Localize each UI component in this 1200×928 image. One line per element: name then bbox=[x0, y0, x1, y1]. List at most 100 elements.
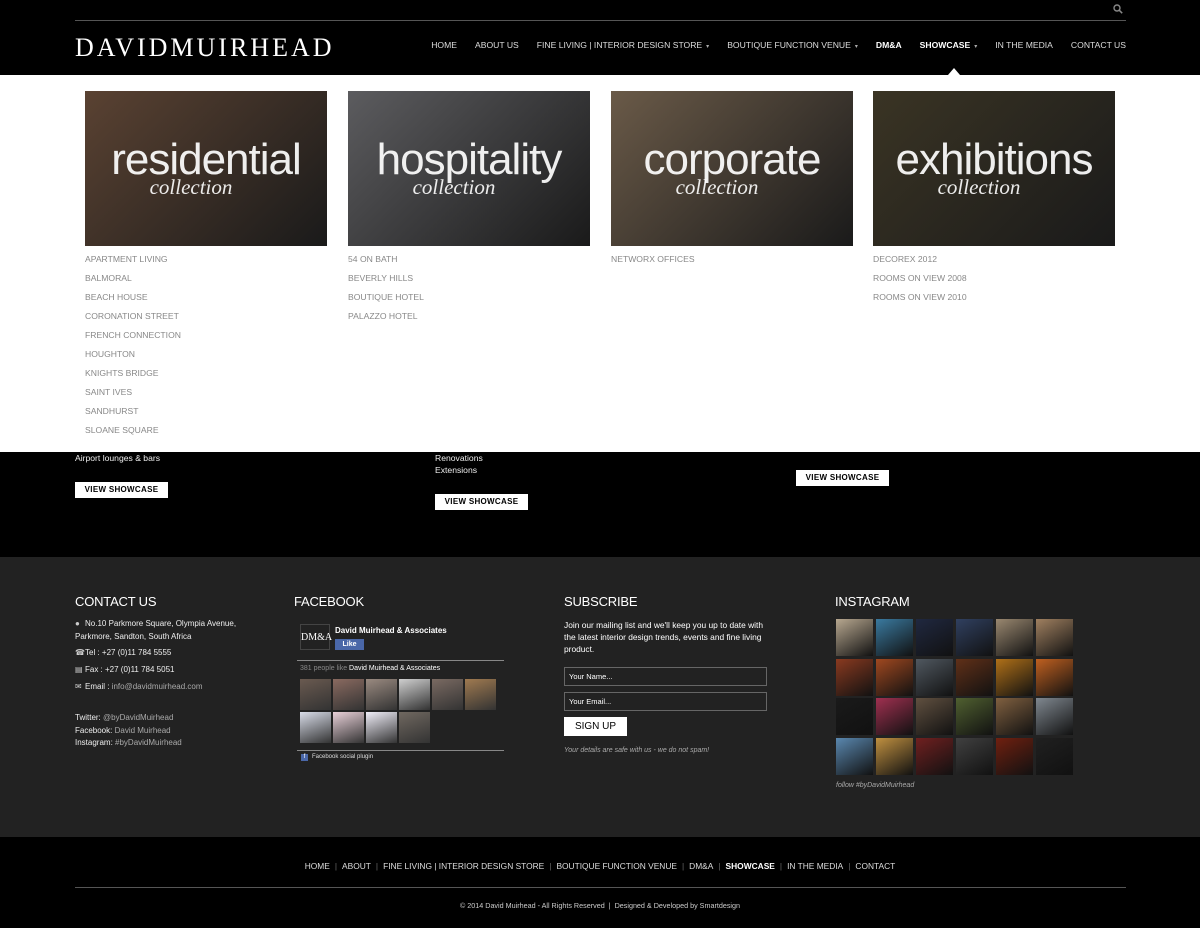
nav-item[interactable]: DM&A bbox=[876, 40, 902, 50]
instagram-photo[interactable] bbox=[836, 737, 873, 775]
showcase-link[interactable]: 54 ON BATH bbox=[348, 254, 590, 273]
footer-nav-item[interactable]: FINE LIVING | INTERIOR DESIGN STORE bbox=[383, 861, 544, 871]
showcase-tile[interactable]: hospitality collection bbox=[348, 91, 590, 246]
showcase-link[interactable]: PALAZZO HOTEL bbox=[348, 311, 590, 330]
instagram-photo[interactable] bbox=[876, 737, 913, 775]
showcase-link[interactable]: FRENCH CONNECTION bbox=[85, 330, 327, 349]
instagram-photo[interactable] bbox=[1036, 619, 1073, 656]
instagram-photo[interactable] bbox=[1036, 698, 1073, 735]
nav-item[interactable]: SHOWCASE ▾ bbox=[920, 40, 978, 50]
nav-item[interactable]: IN THE MEDIA bbox=[995, 40, 1053, 50]
instagram-photo[interactable] bbox=[996, 737, 1033, 775]
nav-item[interactable]: BOUTIQUE FUNCTION VENUE ▾ bbox=[727, 40, 858, 50]
instagram-photo[interactable] bbox=[916, 737, 953, 775]
email-link[interactable]: info@davidmuirhead.com bbox=[112, 682, 203, 691]
facebook-fan-avatar[interactable] bbox=[399, 679, 430, 710]
facebook-link[interactable]: David Muirhead bbox=[115, 726, 171, 735]
instagram-link[interactable]: #byDavidMuirhead bbox=[115, 738, 182, 747]
view-showcase-button[interactable]: VIEW SHOWCASE bbox=[75, 482, 168, 498]
instagram-photo[interactable] bbox=[916, 698, 953, 735]
footer-nav-item[interactable]: IN THE MEDIA bbox=[787, 861, 843, 871]
nav-item[interactable]: FINE LIVING | INTERIOR DESIGN STORE ▾ bbox=[537, 40, 709, 50]
site-logo[interactable]: DAVIDMUIRHEAD bbox=[75, 33, 335, 63]
instagram-photo[interactable] bbox=[996, 658, 1033, 696]
showcase-link[interactable]: BEACH HOUSE bbox=[85, 292, 327, 311]
facebook-fan-avatar[interactable] bbox=[333, 712, 364, 743]
twitter-link[interactable]: @byDavidMuirhead bbox=[103, 713, 173, 722]
nav-item[interactable]: HOME bbox=[431, 40, 457, 50]
facebook-fan-avatar[interactable] bbox=[300, 679, 331, 710]
showcase-link[interactable]: CORONATION STREET bbox=[85, 311, 327, 330]
showcase-tile[interactable]: residential collection bbox=[85, 91, 327, 246]
facebook-fan-avatar[interactable] bbox=[399, 712, 430, 743]
footer-nav-item[interactable]: CONTACT bbox=[855, 861, 895, 871]
showcase-link[interactable]: APARTMENT LIVING bbox=[85, 254, 327, 273]
nav-item[interactable]: ABOUT US bbox=[475, 40, 519, 50]
facebook-like-button[interactable]: Like bbox=[335, 639, 364, 650]
instagram-photo[interactable] bbox=[996, 698, 1033, 735]
view-showcase-button[interactable]: VIEW SHOWCASE bbox=[796, 470, 889, 486]
nav-item-label: HOME bbox=[431, 40, 457, 50]
search-icon[interactable] bbox=[1113, 4, 1123, 14]
instagram-photo[interactable] bbox=[956, 698, 993, 735]
instagram-photo[interactable] bbox=[916, 658, 953, 696]
instagram-photo[interactable] bbox=[956, 737, 993, 775]
showcase-link[interactable]: ROOMS ON VIEW 2010 bbox=[873, 292, 1115, 311]
dma-logo[interactable]: DM&A bbox=[300, 624, 332, 650]
showcase-link[interactable]: DECOREX 2012 bbox=[873, 254, 1115, 273]
sign-up-button[interactable]: SIGN UP bbox=[564, 717, 627, 736]
showcase-link[interactable]: SLOANE SQUARE bbox=[85, 425, 327, 444]
facebook-fan-avatar[interactable] bbox=[366, 679, 397, 710]
designer-credit[interactable]: Designed & Developed by Smartdesign bbox=[615, 901, 740, 910]
name-field[interactable]: Your Name... bbox=[564, 667, 767, 686]
instagram-photo[interactable] bbox=[916, 619, 953, 656]
showcase-link[interactable]: BEVERLY HILLS bbox=[348, 273, 590, 292]
instagram-photo[interactable] bbox=[956, 658, 993, 696]
footer-nav-item[interactable]: ABOUT bbox=[342, 861, 371, 871]
showcase-link[interactable]: BALMORAL bbox=[85, 273, 327, 292]
instagram-photo[interactable] bbox=[1036, 658, 1073, 696]
instagram-photo[interactable] bbox=[836, 698, 873, 735]
instagram-follow[interactable]: follow #byDavidMuirhead bbox=[836, 782, 914, 789]
showcase-link[interactable]: HOUGHTON bbox=[85, 349, 327, 368]
nav-item-label: FINE LIVING | INTERIOR DESIGN STORE bbox=[536, 40, 703, 50]
instagram-photo[interactable] bbox=[996, 619, 1033, 656]
instagram-photo[interactable] bbox=[836, 658, 873, 696]
instagram-photo[interactable] bbox=[876, 698, 913, 735]
nav-item-label: IN THE MEDIA bbox=[995, 40, 1053, 50]
showcase-link[interactable]: NETWORX OFFICES bbox=[611, 254, 853, 273]
band-text-extensions: Extensions bbox=[435, 465, 478, 475]
facebook-fan-avatar[interactable] bbox=[366, 712, 397, 743]
facebook-widget-divider bbox=[297, 750, 504, 751]
footer-nav-item[interactable]: HOME bbox=[305, 861, 330, 871]
email-field[interactable]: Your Email... bbox=[564, 692, 767, 711]
showcase-link[interactable]: SANDHURST bbox=[85, 406, 327, 425]
showcase-tile[interactable]: corporate collection bbox=[611, 91, 853, 246]
facebook-fan-avatar[interactable] bbox=[333, 679, 364, 710]
facebook-fan-avatar[interactable] bbox=[465, 679, 496, 710]
instagram-photo[interactable] bbox=[876, 619, 913, 656]
showcase-column: hospitality collection 54 ON BATH BEVERLY H… bbox=[348, 91, 590, 330]
facebook-page-name[interactable]: David Muirhead & Associates bbox=[335, 626, 447, 635]
copyright-text: © 2014 David Muirhead - All Rights Reser… bbox=[459, 901, 605, 910]
footer-nav-item[interactable]: BOUTIQUE FUNCTION VENUE bbox=[556, 861, 677, 871]
showcase-link[interactable]: KNIGHTS BRIDGE bbox=[85, 368, 327, 387]
instagram-photo[interactable] bbox=[836, 619, 873, 656]
facebook-fan-avatar[interactable] bbox=[300, 712, 331, 743]
facebook-plugin-label[interactable]: f Facebook social plugin bbox=[301, 754, 373, 761]
nav-item[interactable]: CONTACT US bbox=[1071, 40, 1126, 50]
facebook-widget: DM&A David Muirhead & Associates Like 38… bbox=[297, 619, 504, 765]
instagram-photo[interactable] bbox=[1036, 737, 1073, 775]
instagram-photo[interactable] bbox=[876, 658, 913, 696]
view-showcase-button[interactable]: VIEW SHOWCASE bbox=[435, 494, 528, 510]
instagram-heading: INSTAGRAM bbox=[835, 594, 910, 609]
showcase-link[interactable]: BOUTIQUE HOTEL bbox=[348, 292, 590, 311]
showcase-tile[interactable]: exhibitions collection bbox=[873, 91, 1115, 246]
footer-nav-item[interactable]: DM&A bbox=[689, 861, 713, 871]
facebook-fan-avatar[interactable] bbox=[432, 679, 463, 710]
nav-separator: | bbox=[848, 861, 851, 871]
showcase-link[interactable]: ROOMS ON VIEW 2008 bbox=[873, 273, 1115, 292]
footer-nav-item[interactable]: SHOWCASE bbox=[726, 861, 775, 871]
instagram-photo[interactable] bbox=[956, 619, 993, 656]
showcase-link[interactable]: SAINT IVES bbox=[85, 387, 327, 406]
